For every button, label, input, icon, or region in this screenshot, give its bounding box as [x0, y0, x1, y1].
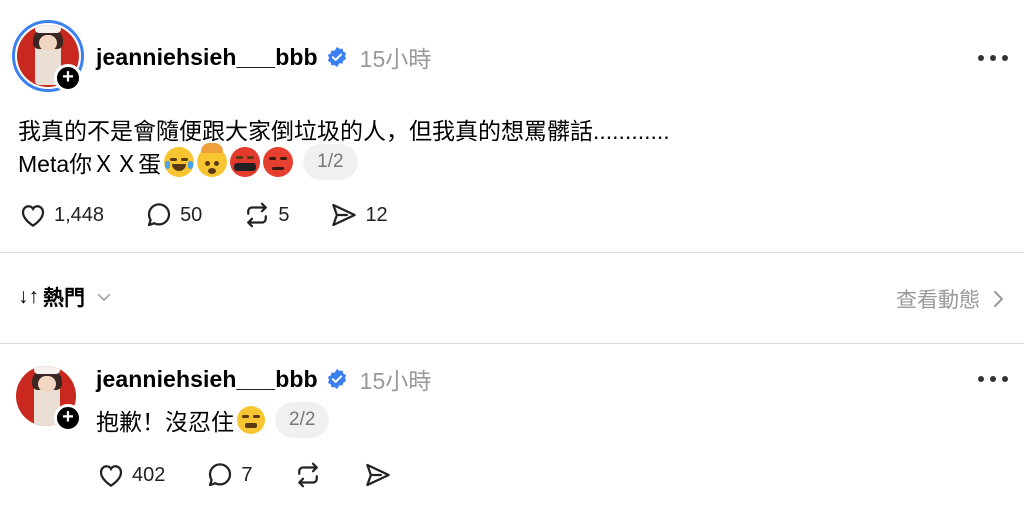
thread-post-2: + jeanniehsieh___bbb 15小時 抱歉！沒忍住 2/2 402… [0, 344, 1024, 506]
like-count: 1,448 [54, 203, 105, 226]
like-button[interactable]: 402 [96, 460, 165, 490]
post-time: 15小時 [359, 368, 432, 394]
username[interactable]: jeanniehsieh___bbb [96, 366, 318, 393]
like-button[interactable]: 1,448 [18, 200, 104, 230]
verified-badge-icon [327, 46, 346, 68]
comment-count: 7 [241, 463, 253, 486]
comment-button[interactable]: 7 [205, 460, 253, 490]
face-with-tears-of-joy-icon [164, 147, 195, 177]
follow-plus-icon[interactable]: + [54, 404, 82, 432]
follow-plus-icon[interactable]: + [54, 64, 82, 92]
comment-icon [209, 463, 232, 487]
persevering-face-icon [237, 406, 265, 434]
post-actions: 402 7 [96, 460, 433, 490]
post-text: Meta你ＸＸ蛋 [18, 151, 162, 177]
post-text: 抱歉！沒忍住 [96, 409, 234, 435]
comment-icon [147, 203, 171, 227]
post-text-line: 抱歉！沒忍住 2/2 [96, 402, 330, 438]
pouting-face-icon [263, 147, 294, 177]
sort-dropdown[interactable]: ↓↑ 熱門 [18, 282, 113, 312]
thread-post-1: + jeanniehsieh___bbb 15小時 我真的不是會隨便跟大家倒垃圾… [0, 0, 1024, 252]
share-button[interactable]: 12 [329, 200, 388, 230]
repost-icon [297, 462, 318, 488]
repost-button[interactable]: 5 [242, 200, 289, 230]
exploding-head-icon [197, 143, 228, 177]
post-text-line-1: 我真的不是會隨便跟大家倒垃圾的人，但我真的想罵髒話............ [18, 118, 670, 144]
verified-badge-icon [327, 368, 346, 390]
sort-label: 熱門 [43, 287, 85, 310]
post-time: 15小時 [359, 46, 432, 72]
post-header: jeanniehsieh___bbb 15小時 [96, 364, 432, 395]
send-icon [332, 203, 357, 227]
share-button[interactable] [363, 460, 393, 490]
thread-pager-badge: 1/2 [303, 144, 358, 180]
comment-count: 50 [180, 203, 203, 226]
chevron-right-icon [994, 291, 1003, 307]
repost-icon [247, 202, 268, 228]
repost-count: 5 [278, 203, 290, 226]
thread-pager-badge: 2/2 [275, 402, 330, 438]
avatar[interactable]: + [12, 20, 84, 92]
like-count: 402 [132, 463, 166, 486]
avatar[interactable]: + [14, 364, 82, 432]
heart-icon [21, 205, 45, 227]
view-activity-link[interactable]: 查看動態 [896, 284, 1006, 314]
comment-button[interactable]: 50 [144, 200, 202, 230]
post-actions: 1,448 50 5 12 [18, 200, 428, 230]
face-with-symbols-on-mouth-icon [230, 147, 261, 177]
more-options-icon[interactable] [978, 375, 1008, 383]
more-options-icon[interactable] [978, 54, 1008, 62]
repost-button[interactable] [293, 460, 323, 490]
post-header: jeanniehsieh___bbb 15小時 [96, 42, 432, 73]
send-icon [365, 463, 390, 487]
view-activity-label: 查看動態 [896, 289, 980, 312]
share-count: 12 [365, 203, 388, 226]
heart-icon [99, 465, 123, 487]
chevron-down-icon [98, 294, 110, 301]
post-text-line-2: Meta你ＸＸ蛋 1/2 [18, 143, 358, 180]
sort-arrows-icon: ↓↑ [18, 285, 39, 308]
divider [0, 252, 1024, 253]
username[interactable]: jeanniehsieh___bbb [96, 44, 318, 71]
